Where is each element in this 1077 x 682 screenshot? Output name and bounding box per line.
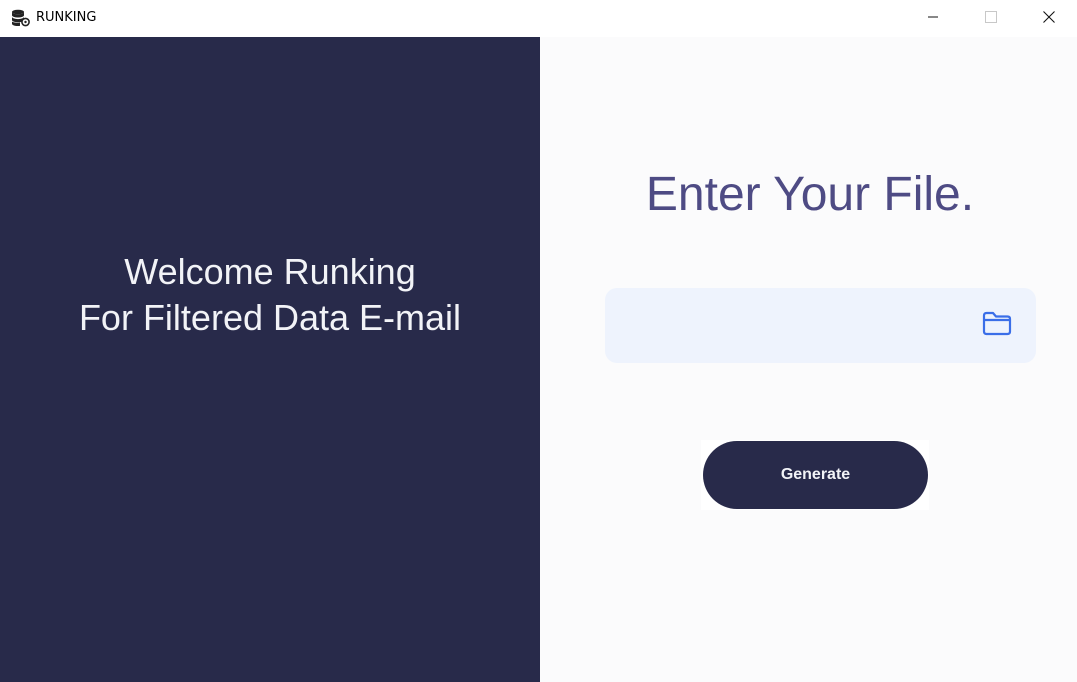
close-icon: [1043, 10, 1055, 28]
minimize-button[interactable]: [904, 0, 962, 37]
window-title: RUNKING: [36, 10, 97, 25]
welcome-panel: [0, 37, 540, 682]
minimize-icon: [927, 10, 939, 28]
generate-button-container: Generate: [701, 440, 929, 510]
file-path-field: [605, 288, 1036, 365]
title-bar: RUNKING: [0, 0, 1077, 37]
maximize-icon: [985, 10, 997, 28]
generate-button[interactable]: Generate: [703, 441, 928, 509]
app-window: RUNKING Welcome Runking For Filtered Dat…: [0, 0, 1077, 682]
folder-icon: [981, 309, 1013, 342]
maximize-button[interactable]: [962, 0, 1020, 37]
file-path-input[interactable]: [625, 288, 969, 365]
page-title: Enter Your File.: [645, 168, 975, 221]
welcome-line-1: Welcome Runking: [124, 251, 416, 292]
browse-file-button[interactable]: [980, 309, 1014, 341]
welcome-line-2: For Filtered Data E-mail: [78, 297, 462, 338]
welcome-text: Welcome Runking For Filtered Data E-mail: [0, 249, 540, 341]
database-gear-icon: [11, 9, 31, 27]
close-button[interactable]: [1020, 0, 1077, 37]
